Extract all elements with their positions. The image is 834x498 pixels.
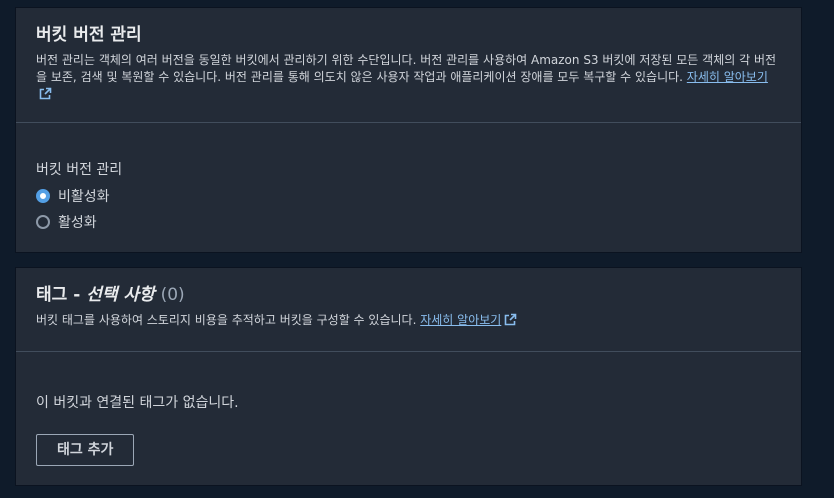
tags-description: 버킷 태그를 사용하여 스토리지 비용을 추적하고 버킷을 구성할 수 있습니다… — [36, 312, 781, 331]
radio-option-disable[interactable]: 비활성화 — [36, 187, 781, 205]
versioning-panel: 버킷 버전 관리 버전 관리는 객체의 여러 버전을 동일한 버킷에서 관리하기… — [15, 7, 802, 253]
radio-label-disable: 비활성화 — [58, 189, 110, 205]
radio-button-enable[interactable] — [36, 215, 50, 229]
tags-body: 이 버킷과 연결된 태그가 없습니다. 태그 추가 — [16, 394, 801, 466]
versioning-divider — [16, 122, 801, 123]
radio-option-enable[interactable]: 활성화 — [36, 213, 781, 231]
radio-button-disable[interactable] — [36, 189, 50, 203]
tags-empty-text: 이 버킷과 연결된 태그가 없습니다. — [36, 395, 239, 411]
tags-title-optional: 선택 사항 — [86, 285, 155, 305]
versioning-description-text: 버전 관리는 객체의 여러 버전을 동일한 버킷에서 관리하기 위한 수단입니다… — [36, 53, 777, 84]
versioning-description: 버전 관리는 객체의 여러 버전을 동일한 버킷에서 관리하기 위한 수단입니다… — [36, 52, 781, 105]
tags-count: (0) — [160, 285, 185, 305]
tags-title: 태그 - 선택 사항 (0) — [36, 284, 781, 306]
versioning-header: 버킷 버전 관리 버전 관리는 객체의 여러 버전을 동일한 버킷에서 관리하기… — [16, 8, 801, 122]
tags-panel: 태그 - 선택 사항 (0) 버킷 태그를 사용하여 스토리지 비용을 추적하고… — [15, 267, 802, 486]
tags-title-prefix: 태그 - — [36, 285, 87, 305]
versioning-learn-more-label: 자세히 알아보기 — [686, 70, 768, 84]
external-link-icon — [504, 313, 517, 331]
tags-description-text: 버킷 태그를 사용하여 스토리지 비용을 추적하고 버킷을 구성할 수 있습니다… — [36, 313, 417, 327]
tags-learn-more-label: 자세히 알아보기 — [420, 313, 502, 327]
versioning-field-label: 버킷 버전 관리 — [36, 162, 123, 178]
versioning-title: 버킷 버전 관리 — [36, 25, 142, 45]
tags-header: 태그 - 선택 사항 (0) 버킷 태그를 사용하여 스토리지 비용을 추적하고… — [16, 268, 801, 351]
radio-label-enable: 활성화 — [58, 215, 97, 231]
add-tag-button[interactable]: 태그 추가 — [36, 434, 135, 466]
tags-learn-more-link[interactable]: 자세히 알아보기 — [420, 313, 517, 327]
external-link-icon — [39, 87, 52, 105]
tags-divider — [16, 351, 801, 352]
versioning-body: 버킷 버전 관리 비활성화 활성화 — [16, 161, 801, 231]
